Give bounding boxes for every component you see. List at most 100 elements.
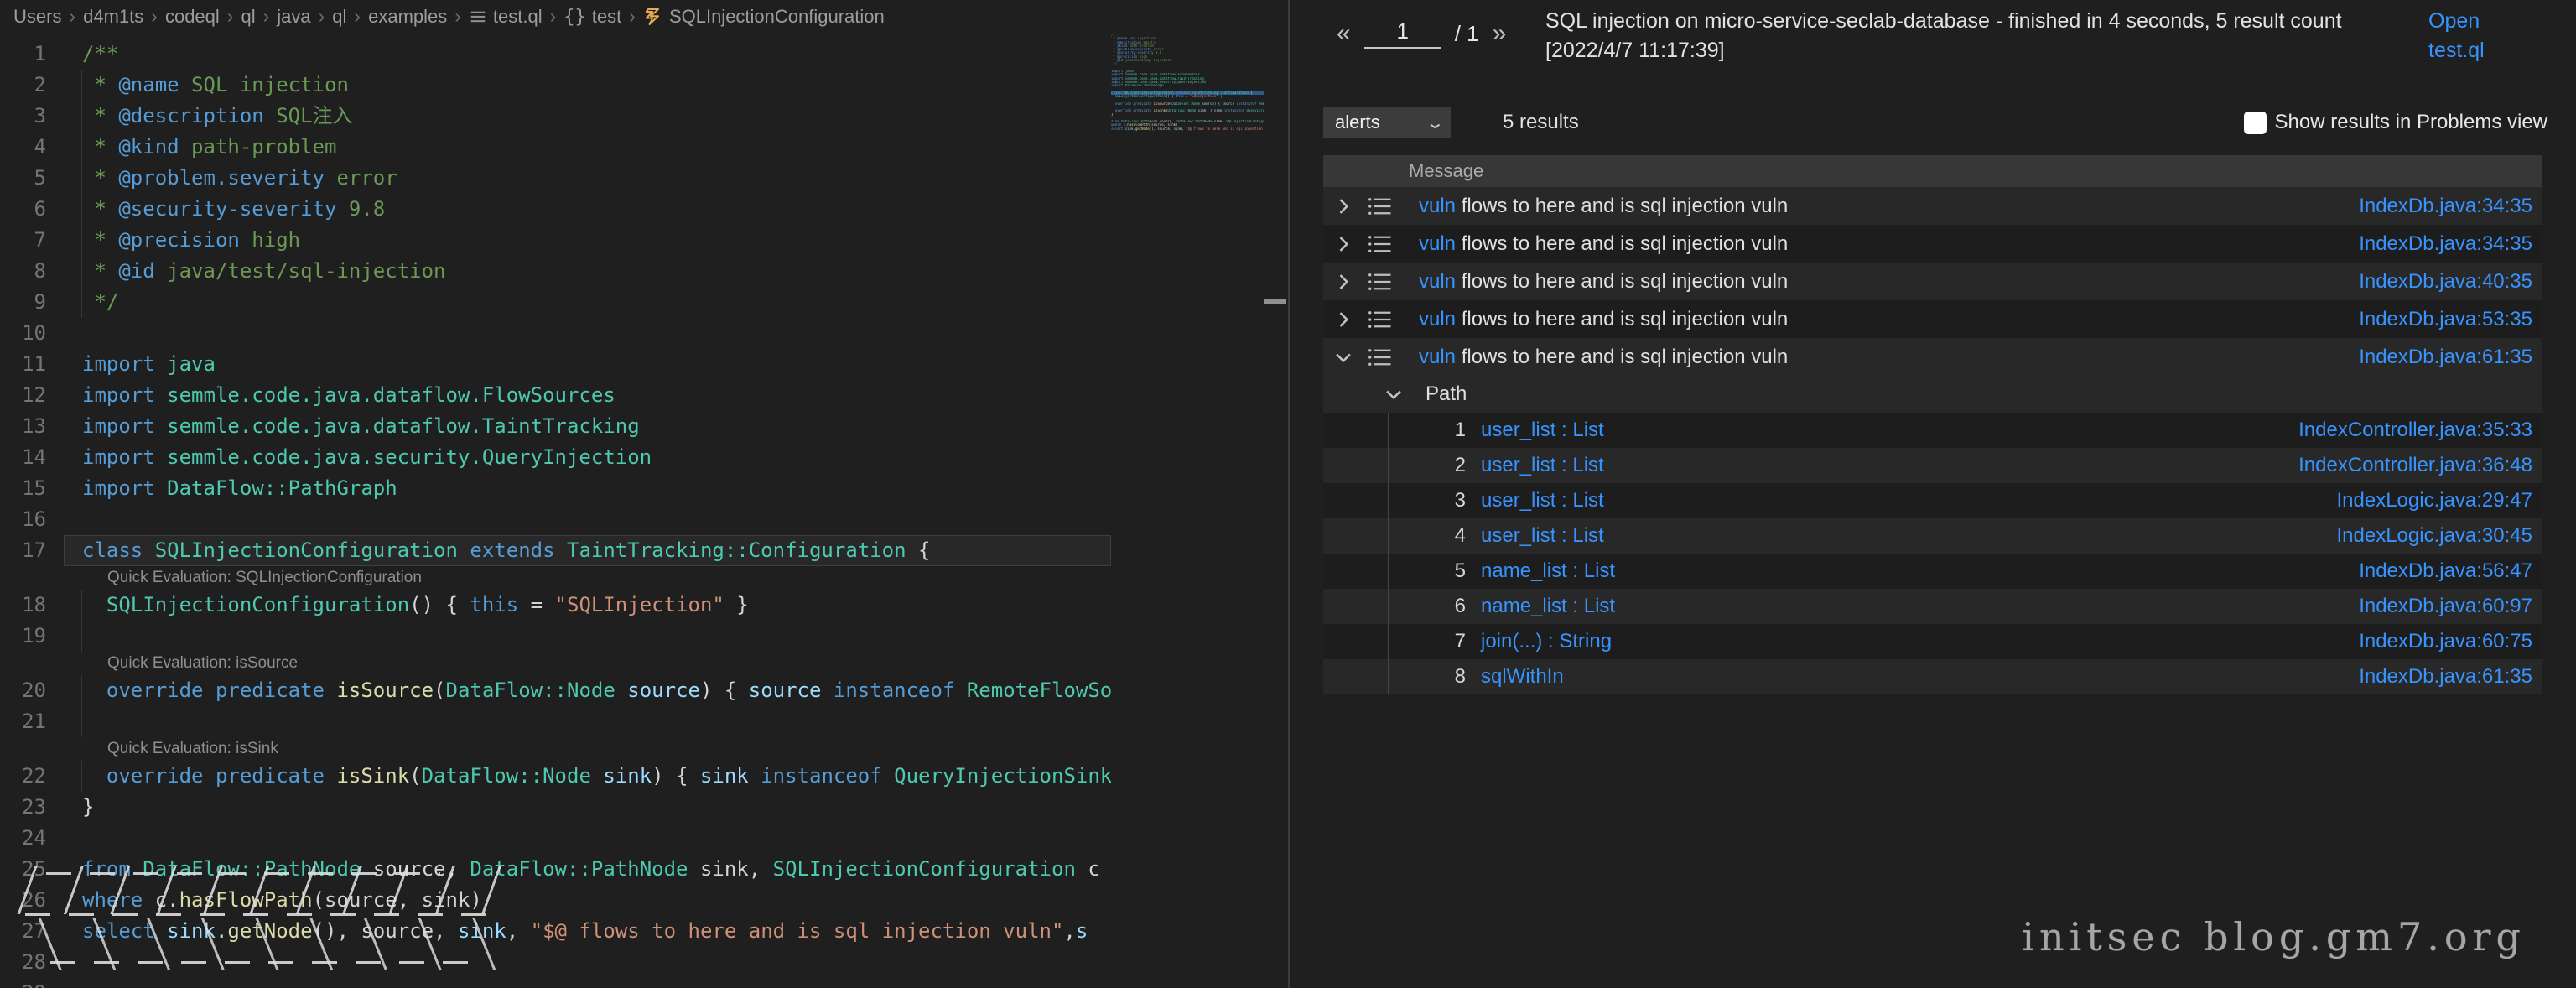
code-line[interactable]: 25from DataFlow::PathNode source, DataFl… (0, 854, 1111, 885)
chevron-right-icon[interactable] (1332, 270, 1355, 294)
path-step-location-link[interactable]: IndexDb.java:60:75 (2359, 630, 2532, 653)
problems-view-checkbox[interactable] (2244, 112, 2267, 134)
result-location-link[interactable]: IndexDb.java:34:35 (2359, 195, 2532, 218)
result-row[interactable]: vuln flows to here and is sql injection … (1323, 187, 2542, 225)
result-message[interactable]: vuln flows to here and is sql injection … (1419, 195, 1788, 218)
code-line[interactable]: 27select sink.getNode(), source, sink, "… (0, 916, 1111, 947)
result-message-link[interactable]: vuln (1419, 270, 1456, 293)
result-message-link[interactable]: vuln (1419, 308, 1456, 330)
path-step-location-link[interactable]: IndexLogic.java:29:47 (2336, 489, 2532, 512)
codelens-quick-evaluation[interactable]: Quick Evaluation: isSink (0, 737, 1111, 761)
list-icon[interactable] (1367, 231, 1392, 257)
code-line[interactable]: 13import semmle.code.java.dataflow.Taint… (0, 411, 1111, 442)
path-step-link[interactable]: sqlWithIn (1481, 665, 1564, 689)
view-select[interactable]: alerts ⌄ (1323, 107, 1451, 138)
path-step-location-link[interactable]: IndexController.java:36:48 (2298, 454, 2532, 477)
breadcrumb-item-users[interactable]: Users (13, 6, 61, 28)
result-row[interactable]: vuln flows to here and is sql injection … (1323, 263, 2542, 300)
code-line[interactable]: 1/** (0, 39, 1111, 70)
code-line[interactable]: 10 (0, 318, 1111, 349)
code-line[interactable]: 20 override predicate isSource(DataFlow:… (0, 675, 1111, 706)
path-step-link[interactable]: name_list : List (1481, 595, 1615, 618)
result-message-link[interactable]: vuln (1419, 195, 1456, 217)
path-section-header[interactable]: Path (1323, 376, 2542, 413)
code-line[interactable]: 17class SQLInjectionConfiguration extend… (0, 535, 1111, 566)
path-step-link[interactable]: user_list : List (1481, 524, 1604, 548)
codelens-quick-evaluation[interactable]: Quick Evaluation: SQLInjectionConfigurat… (0, 566, 1111, 590)
path-step-row[interactable]: 1user_list : ListIndexController.java:35… (1323, 413, 2542, 448)
code-line[interactable]: 9 */ (0, 287, 1111, 318)
path-step-row[interactable]: 3user_list : ListIndexLogic.java:29:47 (1323, 483, 2542, 518)
code-line[interactable]: 19 (0, 621, 1111, 652)
breadcrumb-item-d4m1ts[interactable]: d4m1ts (83, 6, 143, 28)
minimap[interactable]: /** * @name SQL injection * @description… (1111, 34, 1264, 988)
code-line[interactable]: 7 * @precision high (0, 225, 1111, 256)
result-message[interactable]: vuln flows to here and is sql injection … (1419, 308, 1788, 331)
breadcrumb-item-ql[interactable]: ql (332, 6, 346, 28)
breadcrumb-item-examples[interactable]: examples (368, 6, 447, 28)
page-input[interactable] (1364, 18, 1441, 49)
breadcrumb-item-test[interactable]: {}test (564, 6, 621, 28)
chevron-right-icon[interactable] (1332, 232, 1355, 256)
breadcrumb-item-ql[interactable]: ql (241, 6, 255, 28)
code-line[interactable]: 21 (0, 706, 1111, 737)
result-message-link[interactable]: vuln (1419, 232, 1456, 255)
path-step-location-link[interactable]: IndexController.java:35:33 (2298, 419, 2532, 442)
breadcrumb-item-sqlinjectionconfiguration[interactable]: SQLInjectionConfiguration (643, 6, 885, 28)
code-line[interactable]: 3 * @description SQL注入 (0, 101, 1111, 132)
result-message-link[interactable]: vuln (1419, 346, 1456, 368)
result-location-link[interactable]: IndexDb.java:61:35 (2359, 346, 2532, 369)
path-step-location-link[interactable]: IndexLogic.java:30:45 (2336, 524, 2532, 548)
code-line[interactable]: 5 * @problem.severity error (0, 163, 1111, 194)
code-line[interactable]: 12import semmle.code.java.dataflow.FlowS… (0, 380, 1111, 411)
result-row[interactable]: vuln flows to here and is sql injection … (1323, 338, 2542, 376)
list-icon[interactable] (1367, 269, 1392, 294)
code-line[interactable]: 23} (0, 792, 1111, 823)
code-line[interactable]: 16 (0, 504, 1111, 535)
path-step-link[interactable]: user_list : List (1481, 419, 1604, 442)
list-icon[interactable] (1367, 307, 1392, 332)
breadcrumb-item-java[interactable]: java (277, 6, 310, 28)
path-step-location-link[interactable]: IndexDb.java:61:35 (2359, 665, 2532, 689)
breadcrumb-item-test.ql[interactable]: test.ql (469, 6, 543, 28)
result-message[interactable]: vuln flows to here and is sql injection … (1419, 346, 1788, 369)
code-line[interactable]: 26where c.hasFlowPath(source, sink) (0, 885, 1111, 916)
chevron-right-icon[interactable] (1332, 195, 1355, 218)
result-location-link[interactable]: IndexDb.java:34:35 (2359, 232, 2532, 256)
list-icon[interactable] (1367, 345, 1392, 370)
result-row[interactable]: vuln flows to here and is sql injection … (1323, 225, 2542, 263)
result-message[interactable]: vuln flows to here and is sql injection … (1419, 270, 1788, 294)
code-line[interactable]: 15import DataFlow::PathGraph (0, 473, 1111, 504)
path-step-link[interactable]: user_list : List (1481, 454, 1604, 477)
code-line[interactable]: 24 (0, 823, 1111, 854)
path-step-link[interactable]: join(...) : String (1481, 630, 1612, 653)
chevron-down-icon[interactable] (1382, 382, 1405, 406)
code-line[interactable]: 11import java (0, 349, 1111, 380)
prev-page-button[interactable]: « (1337, 19, 1351, 48)
result-location-link[interactable]: IndexDb.java:40:35 (2359, 270, 2532, 294)
path-step-link[interactable]: user_list : List (1481, 489, 1604, 512)
breadcrumb-item-codeql[interactable]: codeql (165, 6, 220, 28)
path-step-row[interactable]: 7join(...) : StringIndexDb.java:60:75 (1323, 624, 2542, 659)
code-editor[interactable]: 1/**2 * @name SQL injection3 * @descript… (0, 34, 1111, 988)
path-step-row[interactable]: 8sqlWithInIndexDb.java:61:35 (1323, 659, 2542, 694)
result-message[interactable]: vuln flows to here and is sql injection … (1419, 232, 1788, 256)
code-line[interactable]: 22 override predicate isSink(DataFlow::N… (0, 761, 1111, 792)
open-file-link[interactable]: Open test.ql (2428, 7, 2506, 65)
path-step-link[interactable]: name_list : List (1481, 559, 1615, 583)
scrollbar-thumb[interactable] (1264, 299, 1286, 304)
path-step-row[interactable]: 5name_list : ListIndexDb.java:56:47 (1323, 554, 2542, 589)
code-line[interactable]: 18 SQLInjectionConfiguration() { this = … (0, 590, 1111, 621)
code-line[interactable]: 8 * @id java/test/sql-injection (0, 256, 1111, 287)
code-line[interactable]: 2 * @name SQL injection (0, 70, 1111, 101)
result-row[interactable]: vuln flows to here and is sql injection … (1323, 300, 2542, 338)
path-step-row[interactable]: 4user_list : ListIndexLogic.java:30:45 (1323, 518, 2542, 554)
chevron-right-icon[interactable] (1332, 308, 1355, 331)
next-page-button[interactable]: » (1493, 19, 1507, 48)
chevron-down-icon[interactable] (1332, 346, 1355, 369)
code-line[interactable]: 14import semmle.code.java.security.Query… (0, 442, 1111, 473)
list-icon[interactable] (1367, 194, 1392, 219)
code-line[interactable]: 4 * @kind path-problem (0, 132, 1111, 163)
path-step-row[interactable]: 2user_list : ListIndexController.java:36… (1323, 448, 2542, 483)
path-step-location-link[interactable]: IndexDb.java:56:47 (2359, 559, 2532, 583)
